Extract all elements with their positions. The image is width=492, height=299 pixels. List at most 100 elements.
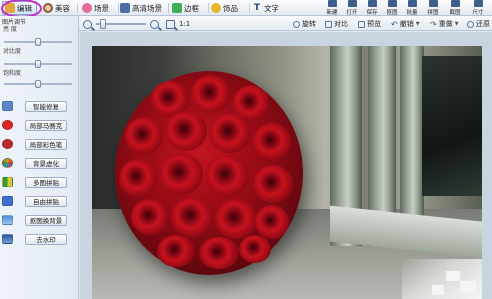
zoom-in-icon[interactable]: [150, 19, 159, 29]
screenshot-icon: [450, 0, 460, 7]
tab-hd-scene-label: 高清场景: [132, 3, 162, 13]
rotate-icon: [293, 20, 300, 28]
tab-beauty[interactable]: 美容: [41, 1, 78, 15]
rose: [239, 235, 271, 263]
rose: [157, 235, 195, 267]
rose: [131, 199, 169, 235]
mosaic-icon: [2, 120, 13, 130]
tab-frame-label: 边框: [184, 3, 199, 13]
tool-cutout-bg[interactable]: 抠图换背景: [0, 214, 79, 226]
tab-scene-label: 场景: [94, 3, 109, 13]
tab-frame[interactable]: 边框: [170, 1, 209, 15]
tool-blur-bg[interactable]: 背景虚化: [0, 157, 79, 169]
tab-edit[interactable]: 编辑: [2, 1, 37, 15]
tab-text[interactable]: T 文字: [250, 1, 286, 15]
undo-icon: ↶: [391, 19, 398, 29]
face-icon: [43, 3, 53, 13]
brightness-label: 亮 度: [3, 26, 17, 33]
left-panel: 图片调节 亮 度 对比度 饱和度 智能修复 局部马赛克 局部彩色笔 背景虚化 多…: [0, 16, 79, 299]
tab-hd-scene[interactable]: 高清场景: [118, 1, 169, 15]
rose-bouquet: [115, 71, 303, 275]
tool-smart-fix[interactable]: 智能修复: [0, 100, 79, 112]
brightness-thumb[interactable]: [35, 38, 41, 46]
remove-watermark-icon: [2, 234, 13, 244]
cutout-button[interactable]: 抠图: [383, 0, 401, 16]
hd-scene-icon: [120, 3, 130, 13]
redo-button[interactable]: ↷ 重做 ▼: [430, 19, 459, 29]
rose: [159, 153, 203, 195]
tab-text-label: 文字: [264, 3, 279, 13]
tool-color-pen[interactable]: 局部彩色笔: [0, 138, 79, 150]
zoom-control: 1:1: [83, 19, 190, 29]
collage-tool-icon: [428, 0, 438, 7]
zoom-ratio-button[interactable]: 1:1: [179, 20, 190, 28]
collage-button[interactable]: 拼图: [424, 0, 442, 16]
zoom-slider-thumb[interactable]: [100, 19, 106, 29]
text-icon: T: [253, 3, 261, 13]
restore-button[interactable]: 还原: [467, 19, 490, 29]
tab-edit-label: 编辑: [17, 3, 32, 13]
preview-button[interactable]: 预览: [358, 19, 381, 29]
window-post-right: [400, 46, 424, 226]
cutout-tool-icon: [387, 0, 397, 7]
contrast-label: 对比度: [3, 48, 22, 55]
batch-icon: [407, 0, 417, 7]
batch-button[interactable]: 批量: [403, 0, 421, 16]
size-button[interactable]: 尺寸: [469, 0, 487, 16]
new-icon: [327, 0, 337, 7]
zoom-out-icon[interactable]: [83, 19, 92, 29]
save-icon: [367, 0, 377, 7]
rose: [125, 117, 163, 155]
rose: [209, 113, 251, 153]
rose: [253, 165, 293, 203]
decoration-icon: [211, 3, 221, 13]
tab-scene[interactable]: 场景: [80, 1, 119, 15]
main-tab-bar: 编辑 美容 场景 高清场景 边框 饰品 T 文字 新建 打开 保存 抠图 批量 …: [0, 0, 492, 18]
tool-free-collage[interactable]: 自由拼贴: [0, 195, 79, 207]
photo-roses[interactable]: [92, 46, 482, 299]
redo-icon: ↷: [430, 19, 437, 29]
edit-icon: [5, 3, 15, 13]
rotate-button[interactable]: 旋转: [293, 19, 316, 29]
open-button[interactable]: 打开: [343, 0, 361, 16]
color-pen-icon: [2, 139, 13, 149]
redo-dropdown-icon[interactable]: ▼: [455, 21, 459, 27]
rose: [253, 123, 291, 161]
size-icon: [473, 0, 483, 7]
fit-icon[interactable]: [166, 19, 175, 29]
undo-button[interactable]: ↶ 撤销 ▼: [391, 19, 420, 29]
rose: [171, 197, 213, 237]
saturation-slider[interactable]: [4, 80, 72, 88]
save-button[interactable]: 保存: [363, 0, 381, 16]
rose: [205, 155, 249, 197]
saturation-label: 饱和度: [3, 70, 22, 77]
tab-decoration-label: 饰品: [223, 3, 238, 13]
tool-collage[interactable]: 多图拼贴: [0, 176, 79, 188]
blur-bg-icon: [2, 158, 13, 168]
tab-beauty-label: 美容: [55, 3, 70, 13]
canvas-area[interactable]: [80, 32, 492, 299]
tool-remove-watermark[interactable]: 去水印: [0, 233, 79, 245]
cutout-icon: [2, 215, 13, 225]
brightness-slider[interactable]: [4, 38, 72, 46]
rose: [199, 237, 239, 269]
undo-dropdown-icon[interactable]: ▼: [416, 21, 420, 27]
tool-mosaic[interactable]: 局部马赛克: [0, 119, 79, 131]
contrast-slider[interactable]: [4, 60, 72, 68]
rose: [255, 205, 289, 239]
new-button[interactable]: 新建: [323, 0, 341, 16]
compare-icon: [325, 20, 332, 28]
compare-button[interactable]: 对比: [325, 19, 348, 29]
restore-icon: [467, 20, 474, 28]
saturation-thumb[interactable]: [35, 80, 41, 88]
screenshot-button[interactable]: 截图: [446, 0, 464, 16]
zoom-slider[interactable]: [96, 19, 146, 29]
frame-icon: [172, 3, 182, 13]
tab-decoration[interactable]: 饰品: [209, 1, 250, 15]
watermark-overlay: [402, 259, 482, 299]
contrast-thumb[interactable]: [35, 60, 41, 68]
preview-icon: [358, 20, 365, 28]
collage-icon: [2, 177, 13, 187]
open-icon: [347, 0, 357, 7]
scene-icon: [82, 3, 92, 13]
